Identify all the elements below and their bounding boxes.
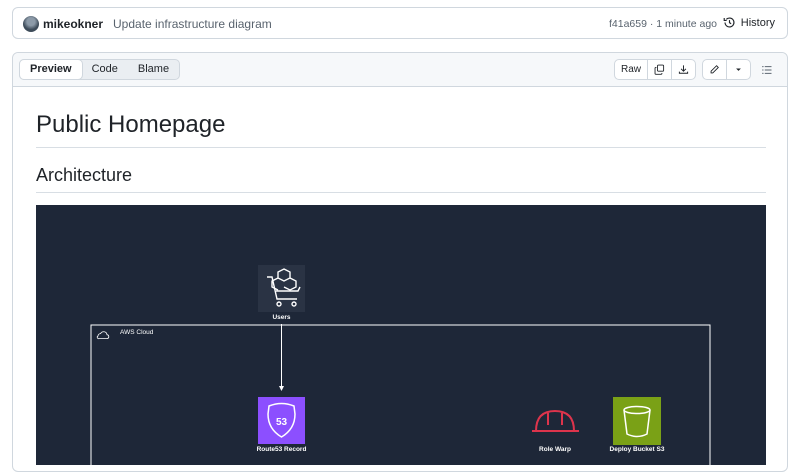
tab-preview[interactable]: Preview: [19, 59, 83, 80]
view-mode-tabs: Preview Code Blame: [19, 59, 181, 80]
commit-author[interactable]: mikeokner: [43, 17, 103, 31]
s3-bucket-node: [613, 397, 661, 445]
file-header: Preview Code Blame Raw: [13, 53, 787, 87]
role-hardhat-icon: [532, 409, 579, 432]
symbols-button[interactable]: [757, 59, 777, 80]
copy-button[interactable]: [648, 60, 672, 79]
route53-node: 53: [258, 397, 305, 444]
edit-group: [702, 59, 751, 80]
avatar[interactable]: [23, 16, 39, 32]
history-label: History: [740, 16, 775, 29]
list-icon: [762, 65, 772, 74]
architecture-diagram: 53 Users AWS Cloud Route53 Record Role W…: [36, 205, 766, 472]
edit-button[interactable]: [703, 60, 727, 79]
history-button[interactable]: History: [723, 16, 775, 29]
aws-cloud-label: AWS Cloud: [120, 329, 154, 336]
commit-sha-time[interactable]: f41a659 · 1 minute ago: [609, 18, 717, 30]
download-button[interactable]: [672, 60, 695, 79]
readme-heading-2: Architecture: [36, 165, 766, 193]
cloud-icon: [96, 331, 110, 340]
history-icon: [723, 17, 735, 28]
svg-text:53: 53: [276, 417, 288, 428]
users-label: Users: [272, 314, 291, 321]
file-toolbar: Raw: [613, 59, 777, 80]
tab-code[interactable]: Code: [82, 60, 128, 79]
raw-button[interactable]: Raw: [615, 60, 648, 79]
tab-blame[interactable]: Blame: [128, 60, 179, 79]
users-node: [258, 265, 305, 312]
raw-copy-download-group: Raw: [613, 59, 696, 80]
pencil-icon: [710, 65, 719, 74]
commit-message[interactable]: Update infrastructure diagram: [113, 17, 272, 31]
users-to-route53-arrow: [279, 324, 284, 391]
triangle-down-icon: [736, 68, 741, 71]
file-viewer: Preview Code Blame Raw Public Homepage A…: [12, 52, 788, 472]
commit-bar: mikeokner Update infrastructure diagram …: [12, 7, 788, 39]
edit-dropdown-button[interactable]: [727, 60, 750, 79]
readme-heading-1: Public Homepage: [36, 111, 766, 148]
download-icon: [678, 65, 689, 74]
copy-icon: [654, 64, 665, 75]
